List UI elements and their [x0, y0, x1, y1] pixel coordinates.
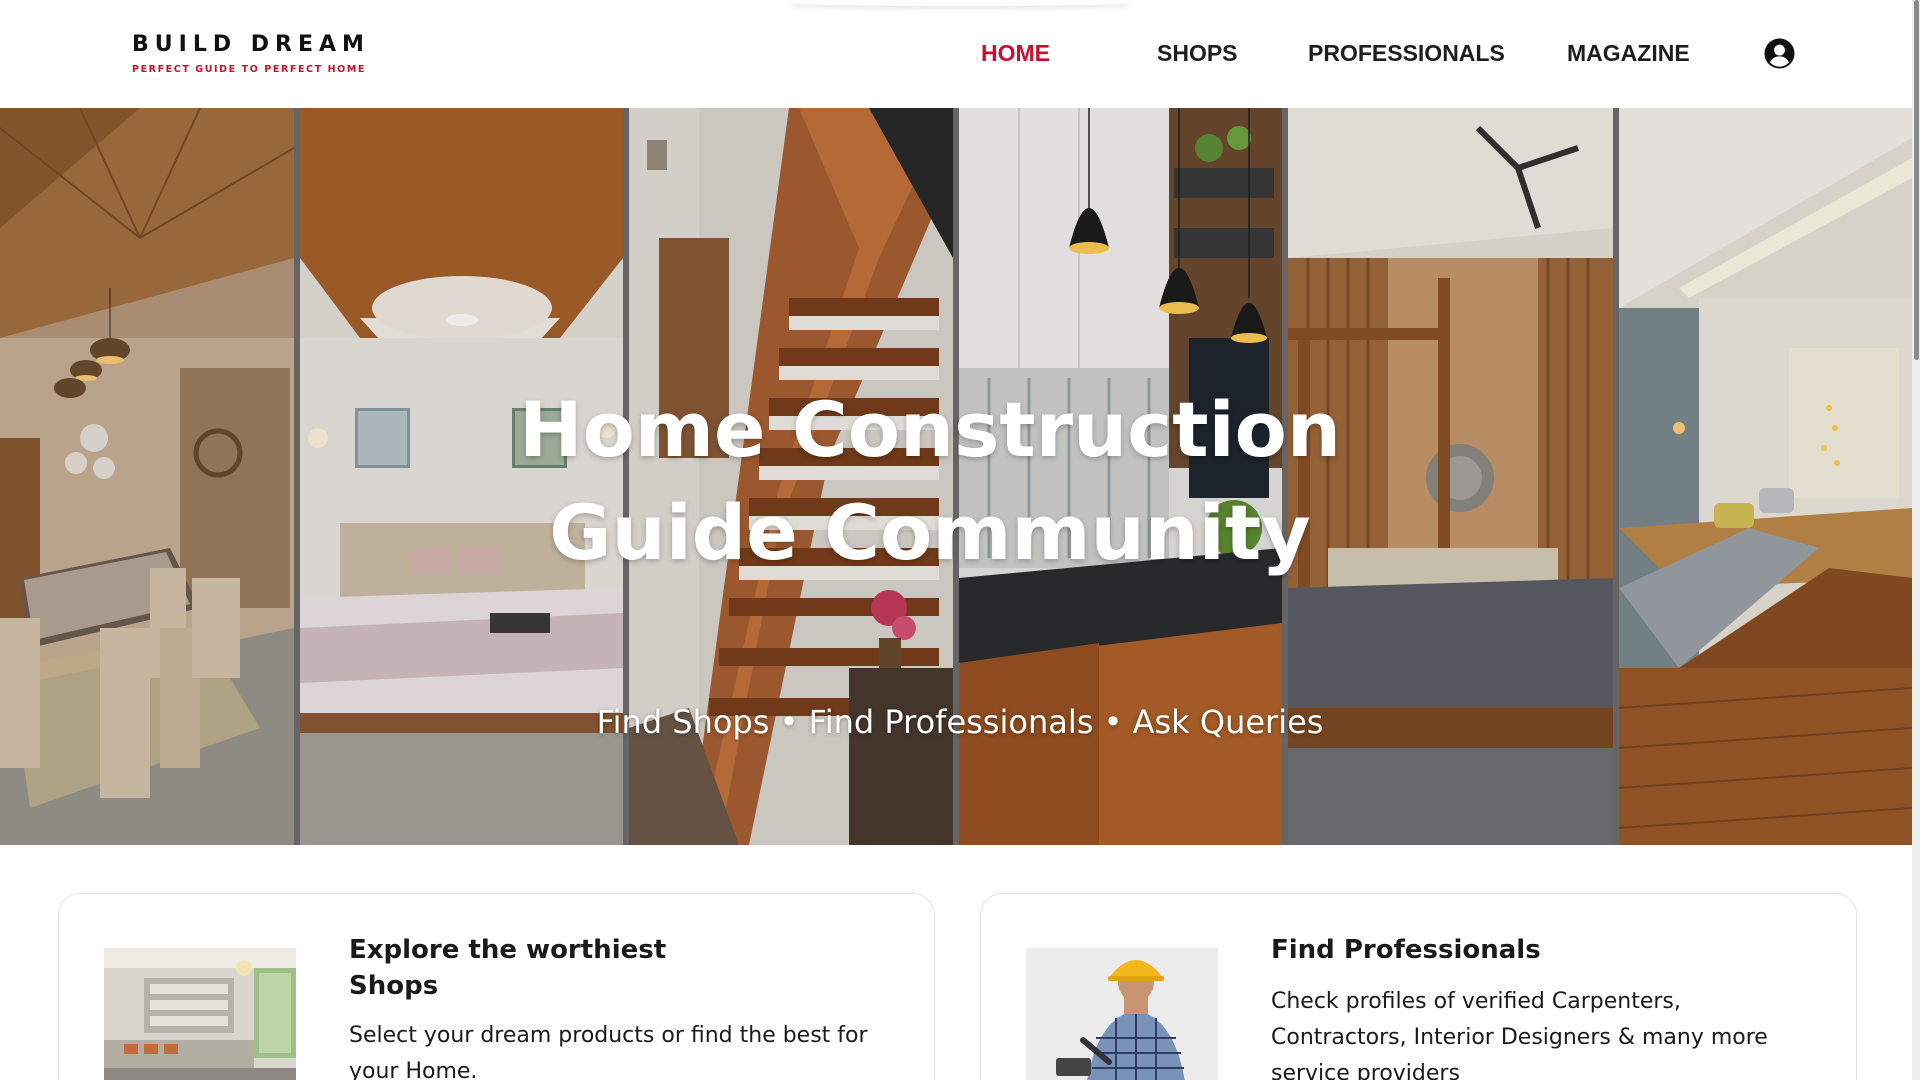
site-header: BUILD DREAM PERFECT GUIDE TO PERFECT HOM… [0, 0, 1920, 108]
hero-title: Home Construction Guide Community [518, 385, 1341, 577]
professionals-card-title: Find Professionals [1271, 935, 1541, 965]
nav-professionals[interactable]: PROFESSIONALS [1308, 40, 1505, 67]
logo-tagline: PERFECT GUIDE TO PERFECT HOME [132, 64, 366, 75]
scrollbar-thumb[interactable] [1914, 0, 1919, 360]
nav-magazine[interactable]: MAGAZINE [1567, 40, 1690, 67]
shops-card-title: Explore the worthiest Shops [349, 935, 667, 1001]
professionals-card[interactable]: Find Professionals Check profiles of ver… [980, 893, 1857, 1080]
hero-image-dining-room [0, 108, 294, 845]
hero-banner: Home Construction Guide Community Find S… [0, 108, 1912, 845]
professionals-card-image[interactable] [1026, 948, 1218, 1080]
logo[interactable]: BUILD DREAM PERFECT GUIDE TO PERFECT HOM… [132, 32, 370, 75]
hero-image-living-room [1619, 108, 1912, 845]
header-center-shadow [790, 0, 1130, 6]
nav-shops[interactable]: SHOPS [1157, 40, 1238, 67]
nav-home[interactable]: HOME [981, 40, 1050, 67]
shops-card-text: Select your dream products or find the b… [349, 1023, 868, 1080]
user-circle-icon[interactable] [1764, 38, 1795, 69]
shops-card-image[interactable] [104, 948, 296, 1080]
logo-title: BUILD DREAM [132, 32, 370, 57]
hero-subtitle: Find Shops • Find Professionals • Ask Qu… [596, 703, 1324, 741]
professionals-card-text: Check profiles of verified Carpenters, C… [1271, 989, 1768, 1080]
shops-card[interactable]: Explore the worthiest Shops Select your … [58, 893, 935, 1080]
